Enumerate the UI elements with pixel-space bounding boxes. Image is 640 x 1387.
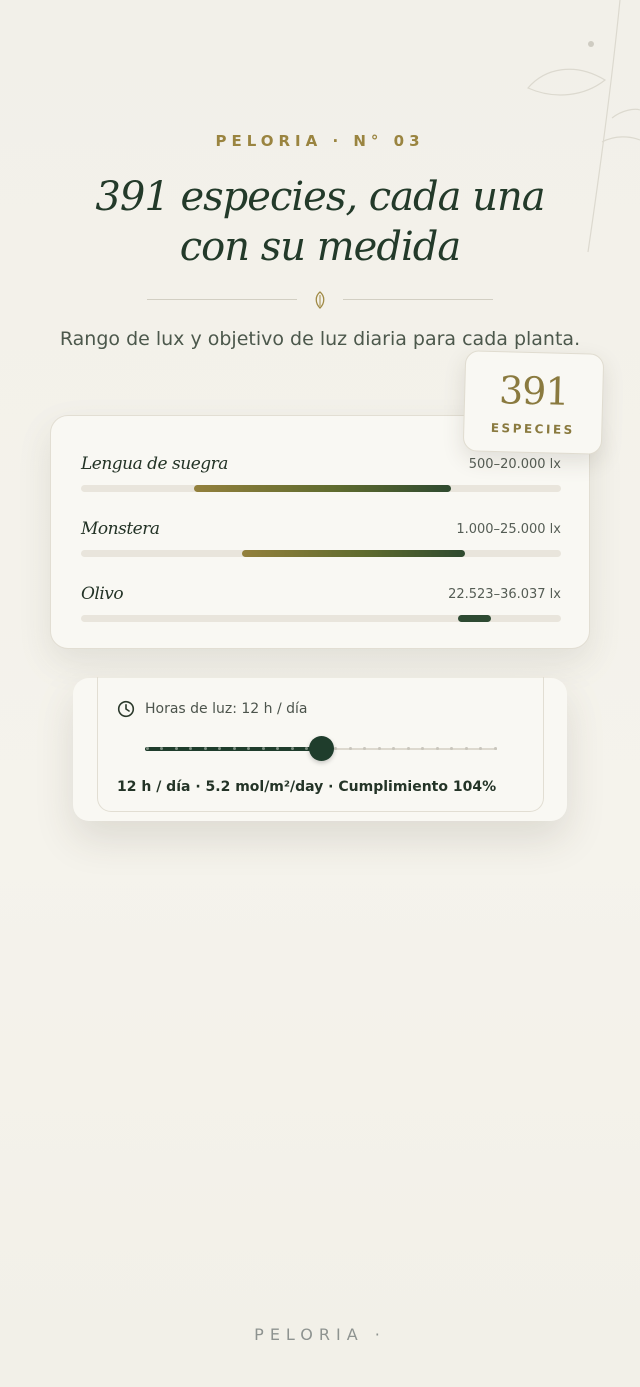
slider-step-dot: [493, 747, 497, 750]
page-title: 391 especies, cada una con su medida: [0, 172, 640, 272]
plant-row-monstera[interactable]: Monstera 1.000–25.000 lx: [81, 519, 561, 559]
species-count: 391: [498, 368, 570, 414]
clock-icon: [117, 700, 135, 718]
slider-step-dot: [305, 747, 308, 750]
slider-step-dot: [363, 747, 366, 750]
slider-step-dot: [218, 747, 221, 750]
light-hours-label: Horas de luz: 12 h / día: [145, 701, 308, 717]
lux-range-fill: [457, 615, 492, 622]
leaf-icon: [315, 291, 325, 309]
page-title-line-1: 391 especies, cada una: [95, 174, 545, 220]
slider-step-dot: [276, 747, 279, 750]
slider-step-dot: [160, 747, 163, 750]
lux-range-track: [81, 550, 561, 557]
lux-range-track: [81, 485, 561, 492]
slider-step-dot: [435, 747, 439, 750]
issue-eyebrow: PELORIA · N° 03: [215, 132, 425, 150]
lux-range-track: [81, 615, 561, 622]
lux-range: 22.523–36.037 lx: [448, 587, 561, 602]
slider-step-dot: [479, 747, 482, 750]
plant-name: Monstera: [81, 519, 160, 539]
divider-line-left: [147, 299, 297, 300]
lux-range-fill: [241, 550, 465, 557]
slider-step-dot: [145, 747, 149, 750]
slider-step-dot: [203, 747, 207, 750]
slider-step-dot: [174, 747, 178, 750]
ornamental-divider: [147, 290, 493, 310]
light-hours-card: Horas de luz: 12 h / día 12 h / día · 5.…: [73, 677, 567, 821]
slider-step-dot: [421, 747, 424, 750]
lux-range-fill: [193, 485, 451, 492]
slider-thumb[interactable]: [308, 736, 334, 761]
footer-brand: PELORIA ·: [254, 1325, 386, 1344]
slider-step-dot: [464, 747, 468, 750]
slider-step-dot: [406, 747, 410, 750]
slider-step-dot: [290, 747, 294, 750]
plant-row-lengua-de-suegra[interactable]: Lengua de suegra 500–20.000 lx: [81, 454, 561, 494]
species-count-badge: 391 ESPECIES: [462, 350, 605, 455]
lux-range: 500–20.000 lx: [468, 457, 561, 472]
lux-range: 1.000–25.000 lx: [456, 522, 561, 537]
species-count-label: ESPECIES: [490, 420, 575, 438]
slider-step-dot: [450, 747, 453, 750]
light-hours-slider[interactable]: [145, 736, 497, 762]
divider-line-right: [343, 299, 493, 300]
slider-step-dot: [261, 747, 265, 750]
subtitle: Rango de lux y objetivo de luz diaria pa…: [59, 328, 581, 350]
slider-step-dot: [348, 747, 352, 750]
page-title-line-2: con su medida: [179, 224, 461, 270]
plant-name: Lengua de suegra: [81, 454, 228, 474]
plant-row-olivo[interactable]: Olivo 22.523–36.037 lx: [81, 584, 561, 624]
slider-step-dot: [392, 747, 395, 750]
slider-step-dot: [247, 747, 250, 750]
light-hours-summary: 12 h / día · 5.2 mol/m²/day · Cumplimien…: [117, 779, 497, 795]
slider-step-dot: [189, 747, 192, 750]
plant-name: Olivo: [81, 584, 124, 604]
slider-step-dot: [334, 747, 337, 750]
slider-step-dot: [377, 747, 381, 750]
slider-step-dot: [232, 747, 236, 750]
